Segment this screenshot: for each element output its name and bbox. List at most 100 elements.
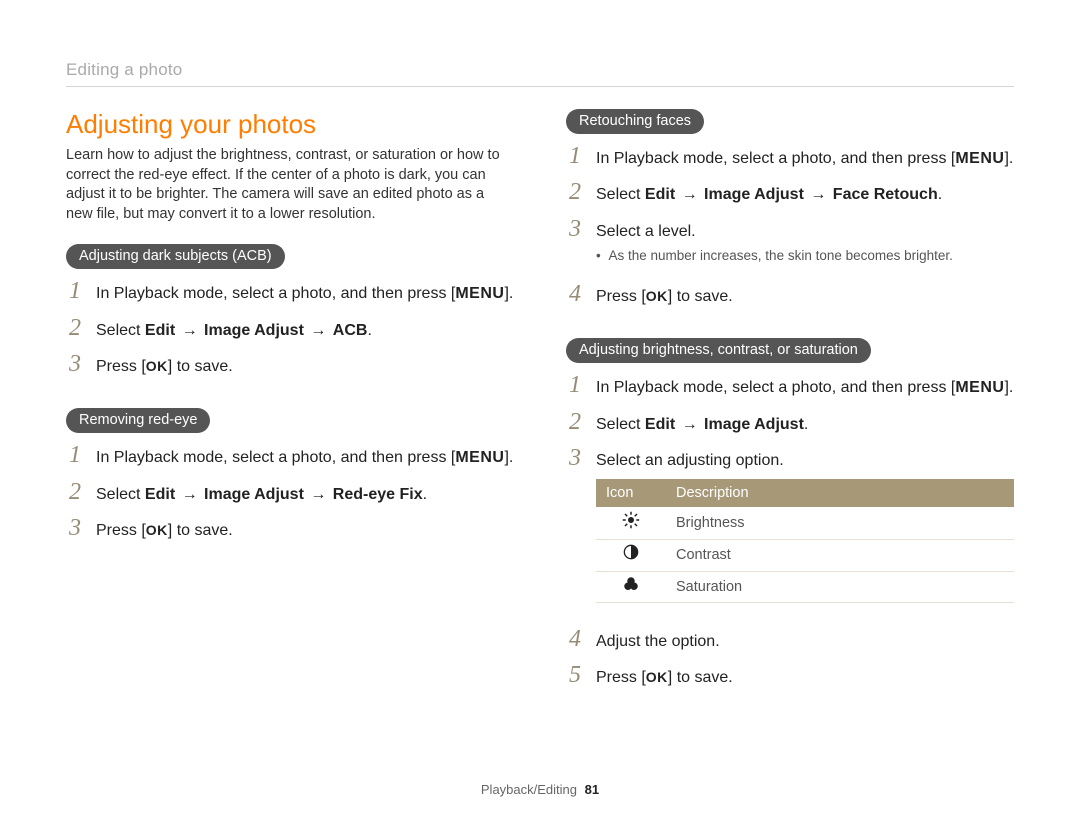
step-number: 2 bbox=[566, 180, 584, 204]
cell-icon bbox=[596, 540, 666, 571]
text: ] to save. bbox=[668, 669, 733, 686]
text: In Playback mode, select a photo, and th… bbox=[96, 449, 455, 466]
step-text: Select Edit → Image Adjust. bbox=[596, 414, 1014, 436]
sub-bullets: As the number increases, the skin tone b… bbox=[596, 247, 1014, 266]
arrow-icon: → bbox=[304, 486, 333, 503]
right-column: Retouching faces 1 In Playback mode, sel… bbox=[566, 109, 1014, 710]
step-number: 3 bbox=[66, 516, 84, 540]
step-number: 2 bbox=[66, 316, 84, 340]
ok-icon: OK bbox=[146, 357, 168, 377]
path-redeye: Red-eye Fix bbox=[333, 486, 423, 503]
step-text: Select Edit → Image Adjust → Red-eye Fix… bbox=[96, 484, 514, 506]
ok-icon: OK bbox=[646, 668, 668, 688]
section-title-acb: Adjusting dark subjects (ACB) bbox=[66, 244, 285, 269]
step-text: Select Edit → Image Adjust → ACB. bbox=[96, 320, 514, 342]
arrow-icon: → bbox=[675, 186, 704, 203]
text: ] to save. bbox=[668, 288, 733, 305]
step-text: Select an adjusting option. Icon Descrip… bbox=[596, 450, 1014, 617]
menu-label: MENU bbox=[955, 150, 1004, 167]
cell-desc: Brightness bbox=[666, 507, 1014, 540]
steps-acb: 1 In Playback mode, select a photo, and … bbox=[66, 279, 514, 378]
step-number: 1 bbox=[566, 373, 584, 397]
step-bcs-3: 3 Select an adjusting option. Icon Descr… bbox=[566, 446, 1014, 617]
page: Editing a photo Adjusting your photos Le… bbox=[0, 0, 1080, 740]
bullet-item: As the number increases, the skin tone b… bbox=[596, 247, 1014, 266]
page-heading: Adjusting your photos bbox=[66, 109, 514, 140]
adjust-option-table: Icon Description Brightness bbox=[596, 479, 1014, 603]
th-desc: Description bbox=[666, 479, 1014, 507]
step-redeye-1: 1 In Playback mode, select a photo, and … bbox=[66, 443, 514, 469]
step-retouch-1: 1 In Playback mode, select a photo, and … bbox=[566, 144, 1014, 170]
step-text: In Playback mode, select a photo, and th… bbox=[96, 283, 514, 305]
text: Select bbox=[96, 322, 145, 339]
step-number: 2 bbox=[66, 480, 84, 504]
table-row: Brightness bbox=[596, 507, 1014, 540]
table-row: Saturation bbox=[596, 571, 1014, 602]
menu-label: MENU bbox=[455, 449, 504, 466]
text: Select bbox=[96, 486, 145, 503]
two-column-layout: Adjusting your photos Learn how to adjus… bbox=[66, 109, 1014, 710]
step-text: Press [OK] to save. bbox=[596, 286, 1014, 308]
step-redeye-2: 2 Select Edit → Image Adjust → Red-eye F… bbox=[66, 480, 514, 506]
text: In Playback mode, select a photo, and th… bbox=[596, 150, 955, 167]
steps-redeye: 1 In Playback mode, select a photo, and … bbox=[66, 443, 514, 542]
step-number: 3 bbox=[566, 446, 584, 470]
step-bcs-2: 2 Select Edit → Image Adjust. bbox=[566, 410, 1014, 436]
text: Press [ bbox=[596, 288, 646, 305]
text: ]. bbox=[504, 449, 513, 466]
text: Select an adjusting option. bbox=[596, 452, 784, 469]
path-edit: Edit bbox=[645, 416, 675, 433]
step-number: 4 bbox=[566, 282, 584, 306]
path-image-adjust: Image Adjust bbox=[704, 416, 804, 433]
step-retouch-3: 3 Select a level. As the number increase… bbox=[566, 217, 1014, 272]
page-footer: Playback/Editing 81 bbox=[0, 782, 1080, 797]
text: ]. bbox=[1004, 150, 1013, 167]
step-number: 3 bbox=[566, 217, 584, 241]
step-number: 1 bbox=[566, 144, 584, 168]
text: ] to save. bbox=[168, 358, 233, 375]
step-retouch-4: 4 Press [OK] to save. bbox=[566, 282, 1014, 308]
step-bcs-1: 1 In Playback mode, select a photo, and … bbox=[566, 373, 1014, 399]
brightness-icon bbox=[622, 511, 640, 535]
text: Select bbox=[596, 186, 645, 203]
section-title-redeye: Removing red-eye bbox=[66, 408, 210, 433]
step-text: Select Edit → Image Adjust → Face Retouc… bbox=[596, 184, 1014, 206]
cell-icon bbox=[596, 507, 666, 540]
step-text: Adjust the option. bbox=[596, 631, 1014, 653]
step-text: Select a level. As the number increases,… bbox=[596, 221, 1014, 272]
step-text: In Playback mode, select a photo, and th… bbox=[96, 447, 514, 469]
text: In Playback mode, select a photo, and th… bbox=[96, 285, 455, 302]
section-title-retouch: Retouching faces bbox=[566, 109, 704, 134]
step-bcs-4: 4 Adjust the option. bbox=[566, 627, 1014, 653]
step-number: 3 bbox=[66, 352, 84, 376]
arrow-icon: → bbox=[675, 416, 704, 433]
path-acb: ACB bbox=[333, 322, 368, 339]
cell-desc: Contrast bbox=[666, 540, 1014, 571]
step-text: Press [OK] to save. bbox=[96, 520, 514, 542]
cell-desc: Saturation bbox=[666, 571, 1014, 602]
text: Press [ bbox=[596, 669, 646, 686]
step-bcs-5: 5 Press [OK] to save. bbox=[566, 663, 1014, 689]
ok-icon: OK bbox=[646, 287, 668, 307]
footer-page-number: 81 bbox=[585, 782, 599, 797]
saturation-icon bbox=[622, 576, 640, 598]
step-number: 1 bbox=[66, 279, 84, 303]
text: ] to save. bbox=[168, 522, 233, 539]
text: . bbox=[804, 416, 808, 433]
cell-icon bbox=[596, 571, 666, 602]
footer-section: Playback/Editing bbox=[481, 782, 577, 797]
steps-retouch: 1 In Playback mode, select a photo, and … bbox=[566, 144, 1014, 308]
steps-bcs: 1 In Playback mode, select a photo, and … bbox=[566, 373, 1014, 689]
text: ]. bbox=[504, 285, 513, 302]
step-retouch-2: 2 Select Edit → Image Adjust → Face Reto… bbox=[566, 180, 1014, 206]
text: Press [ bbox=[96, 522, 146, 539]
step-text: Press [OK] to save. bbox=[596, 667, 1014, 689]
arrow-icon: → bbox=[175, 322, 204, 339]
path-edit: Edit bbox=[645, 186, 675, 203]
menu-label: MENU bbox=[955, 379, 1004, 396]
step-acb-1: 1 In Playback mode, select a photo, and … bbox=[66, 279, 514, 305]
path-face-retouch: Face Retouch bbox=[833, 186, 938, 203]
table-header-row: Icon Description bbox=[596, 479, 1014, 507]
menu-label: MENU bbox=[455, 285, 504, 302]
path-image-adjust: Image Adjust bbox=[204, 322, 304, 339]
